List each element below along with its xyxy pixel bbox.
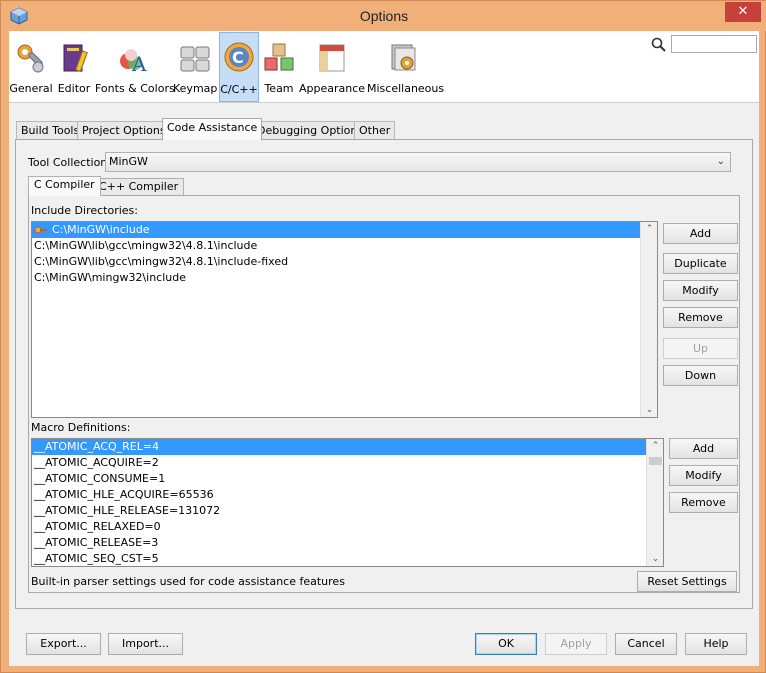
export-button[interactable]: Export... <box>26 633 101 655</box>
title-bar[interactable]: Options ✕ <box>1 1 766 31</box>
category-label: Editor <box>57 82 91 95</box>
tool-collection-select[interactable]: MinGW ⌄ <box>105 152 731 172</box>
keyboard-icon <box>180 46 210 72</box>
macro-definitions-list[interactable]: __ATOMIC_ACQ_REL=4 __ATOMIC_ACQUIRE=2 __… <box>31 438 664 567</box>
cancel-button[interactable]: Cancel <box>615 633 677 655</box>
wrench-gears-icon <box>17 44 44 73</box>
close-button[interactable]: ✕ <box>725 2 761 22</box>
list-item[interactable]: __ATOMIC_HLE_RELEASE=131072 <box>32 503 663 519</box>
category-miscellaneous[interactable]: Miscellaneous <box>367 33 445 99</box>
category-label: Miscellaneous <box>367 82 445 95</box>
tab-debugging-options[interactable]: Debugging Options <box>252 121 369 140</box>
include-directories-list[interactable]: C:\MinGW\include C:\MinGW\lib\gcc\mingw3… <box>31 221 658 418</box>
category-label: Team <box>264 82 294 95</box>
window-title: Options <box>359 8 409 24</box>
chevron-down-icon[interactable]: ⌄ <box>647 554 663 564</box>
macro-add-button[interactable]: Add <box>669 438 738 459</box>
reset-settings-button[interactable]: Reset Settings <box>637 571 737 592</box>
apply-button[interactable]: Apply <box>545 633 607 655</box>
list-item[interactable]: __ATOMIC_RELEASE=3 <box>32 535 663 551</box>
category-label: Fonts & Colors <box>95 82 175 95</box>
tab-code-assistance[interactable]: Code Assistance <box>162 118 263 140</box>
category-appearance[interactable]: Appearance <box>299 33 365 99</box>
list-item[interactable]: C:\MinGW\mingw32\include <box>32 270 657 286</box>
vertical-scrollbar[interactable]: ⌃ ⌄ <box>640 222 657 417</box>
chevron-up-icon[interactable]: ⌃ <box>647 441 663 451</box>
svg-text:C: C <box>232 48 244 67</box>
category-label: Keymap <box>173 82 218 95</box>
include-add-button[interactable]: Add <box>663 223 738 244</box>
list-item[interactable]: C:\MinGW\lib\gcc\mingw32\4.8.1\include <box>32 238 657 254</box>
list-item[interactable]: C:\MinGW\include <box>32 222 657 238</box>
category-toolbar: General Editor A Fonts & Colors Keymap C… <box>9 31 759 103</box>
subtab-c-compiler[interactable]: C Compiler <box>28 176 101 196</box>
category-label: General <box>9 82 53 95</box>
team-cubes-icon <box>264 43 294 71</box>
include-duplicate-button[interactable]: Duplicate <box>663 253 738 274</box>
category-editor[interactable]: Editor <box>55 33 93 99</box>
tab-project-options[interactable]: Project Options <box>77 121 171 140</box>
category-cpp[interactable]: C C/C++ <box>219 32 259 102</box>
category-label: C/C++ <box>220 83 258 96</box>
category-label: Appearance <box>299 82 366 95</box>
include-directories-label: Include Directories: <box>31 204 138 217</box>
include-up-button[interactable]: Up <box>663 338 738 359</box>
list-item[interactable]: C:\MinGW\lib\gcc\mingw32\4.8.1\include-f… <box>32 254 657 270</box>
misc-icon <box>391 44 416 71</box>
list-item[interactable]: __ATOMIC_ACQ_REL=4 <box>32 439 663 455</box>
help-button[interactable]: Help <box>685 633 747 655</box>
parser-settings-note: Built-in parser settings used for code a… <box>31 575 345 588</box>
macro-modify-button[interactable]: Modify <box>669 465 738 486</box>
c-compiler-panel: Include Directories: C:\MinGW\include C:… <box>28 195 740 593</box>
subtab-cpp-compiler[interactable]: C++ Compiler <box>93 178 185 196</box>
scrollbar-thumb[interactable] <box>649 457 662 465</box>
category-general[interactable]: General <box>9 33 53 99</box>
vertical-scrollbar[interactable]: ⌃ ⌄ <box>646 439 663 566</box>
tab-build-tools[interactable]: Build Tools <box>16 121 85 140</box>
dialog-client: General Editor A Fonts & Colors Keymap C… <box>9 31 759 666</box>
appearance-icon <box>319 44 345 72</box>
tool-collection-label: Tool Collection: <box>28 156 111 169</box>
options-window: Options ✕ General Editor A Fonts & Color… <box>0 0 766 673</box>
tool-collection-value: MinGW <box>109 155 148 168</box>
search-icon <box>651 37 666 52</box>
macro-definitions-label: Macro Definitions: <box>31 421 131 434</box>
chevron-up-icon[interactable]: ⌃ <box>641 224 657 234</box>
list-item-text: C:\MinGW\include <box>52 223 150 236</box>
chevron-down-icon: ⌄ <box>716 156 725 167</box>
list-item[interactable]: __ATOMIC_ACQUIRE=2 <box>32 455 663 471</box>
cpp-icon: C <box>224 42 254 72</box>
category-fonts-colors[interactable]: A Fonts & Colors <box>95 33 175 99</box>
notebook-pencil-icon <box>63 44 88 73</box>
search-input[interactable] <box>671 35 757 53</box>
include-down-button[interactable]: Down <box>663 365 738 386</box>
macro-remove-button[interactable]: Remove <box>669 492 738 513</box>
list-item[interactable]: __ATOMIC_SEQ_CST=5 <box>32 551 663 566</box>
list-item[interactable]: __ATOMIC_HLE_ACQUIRE=65536 <box>32 487 663 503</box>
font-colors-icon: A <box>120 49 147 75</box>
category-team[interactable]: Team <box>261 33 297 99</box>
category-keymap[interactable]: Keymap <box>173 33 217 99</box>
tab-other[interactable]: Other <box>354 121 396 140</box>
import-button[interactable]: Import... <box>108 633 183 655</box>
include-remove-button[interactable]: Remove <box>663 307 738 328</box>
chevron-down-icon[interactable]: ⌄ <box>641 405 657 415</box>
list-item[interactable]: __ATOMIC_RELAXED=0 <box>32 519 663 535</box>
svg-text:A: A <box>131 52 147 75</box>
ok-button[interactable]: OK <box>475 633 537 655</box>
list-item[interactable]: __ATOMIC_CONSUME=1 <box>32 471 663 487</box>
include-modify-button[interactable]: Modify <box>663 280 738 301</box>
code-assistance-panel: Tool Collection: MinGW ⌄ C Compiler C++ … <box>15 139 753 609</box>
key-icon <box>34 226 47 234</box>
